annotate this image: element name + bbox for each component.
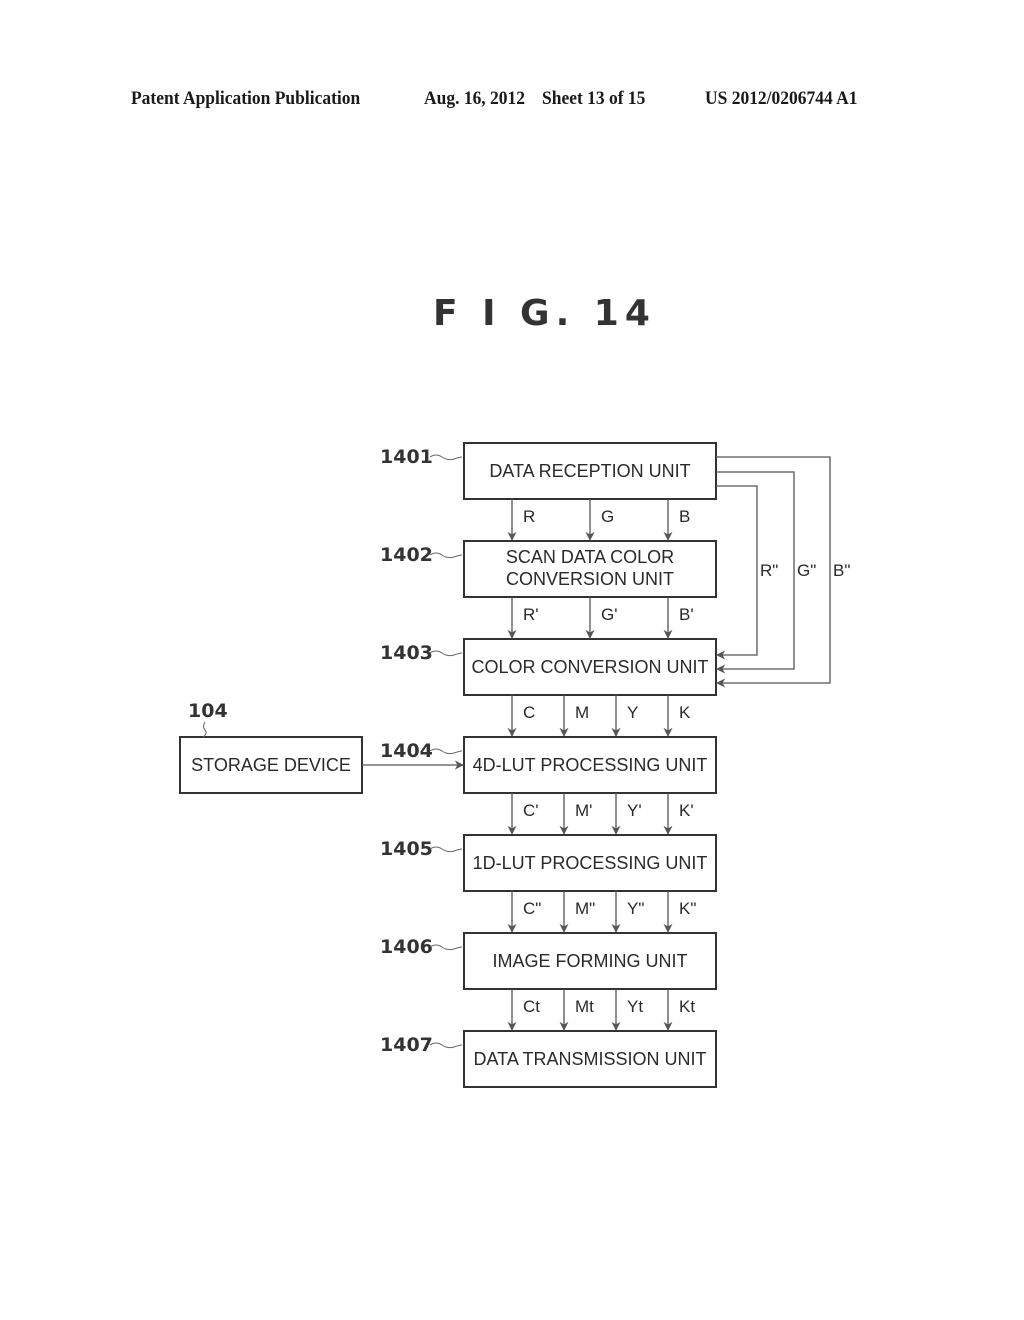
bypass-line bbox=[716, 485, 758, 660]
leader-line bbox=[202, 721, 207, 738]
block-label-1405: 1D-LUT PROCESSING UNIT bbox=[473, 853, 708, 873]
leader-line bbox=[429, 748, 463, 755]
leader-line bbox=[429, 650, 463, 657]
signal-label: K bbox=[679, 703, 691, 722]
signal-label: R bbox=[523, 507, 535, 526]
signal-label: Y' bbox=[627, 801, 642, 820]
block-diagram: DATA RECEPTION UNIT1401SCAN DATA COLORCO… bbox=[179, 442, 850, 1088]
signal-label: B bbox=[679, 507, 690, 526]
signal-label: M bbox=[575, 703, 589, 722]
leader-line bbox=[429, 846, 463, 853]
ref-numeral-1405: 1405 bbox=[380, 838, 433, 860]
signal-label: Kt bbox=[679, 997, 695, 1016]
signal-label: C bbox=[523, 703, 535, 722]
signal-label: C' bbox=[523, 801, 539, 820]
signal-label: G' bbox=[601, 605, 617, 624]
block-label-1406: IMAGE FORMING UNIT bbox=[493, 951, 688, 971]
signal-label: M" bbox=[575, 899, 595, 918]
leader-line bbox=[429, 944, 463, 951]
signal-label: Ct bbox=[523, 997, 540, 1016]
leader-line bbox=[429, 1042, 463, 1049]
signal-label: G bbox=[601, 507, 614, 526]
leader-line bbox=[429, 552, 463, 559]
leader-line bbox=[429, 454, 463, 461]
signal-label: Y bbox=[627, 703, 638, 722]
signal-label: B' bbox=[679, 605, 694, 624]
bypass-label: G" bbox=[797, 561, 816, 580]
block-label-1404: 4D-LUT PROCESSING UNIT bbox=[473, 755, 708, 775]
signal-label: R' bbox=[523, 605, 539, 624]
storage-device-label: STORAGE DEVICE bbox=[191, 755, 351, 775]
bypass-label: R" bbox=[760, 561, 778, 580]
signal-label: M' bbox=[575, 801, 592, 820]
signal-label: Yt bbox=[627, 997, 643, 1016]
ref-numeral-1404: 1404 bbox=[380, 740, 433, 762]
signal-label: K" bbox=[679, 899, 696, 918]
block-label-1407: DATA TRANSMISSION UNIT bbox=[473, 1049, 706, 1069]
ref-numeral-1401: 1401 bbox=[380, 446, 433, 468]
block-label-1401: DATA RECEPTION UNIT bbox=[489, 461, 690, 481]
signal-label: C" bbox=[523, 899, 541, 918]
ref-numeral-1407: 1407 bbox=[380, 1034, 433, 1056]
ref-numeral-1406: 1406 bbox=[380, 936, 433, 958]
bypass-line bbox=[716, 471, 795, 674]
signal-label: K' bbox=[679, 801, 694, 820]
block-label-1402: CONVERSION UNIT bbox=[506, 569, 674, 589]
signal-label: Mt bbox=[575, 997, 594, 1016]
bypass-label: B" bbox=[833, 561, 850, 580]
ref-numeral-1402: 1402 bbox=[380, 544, 433, 566]
block-label-1403: COLOR CONVERSION UNIT bbox=[471, 657, 708, 677]
block-label-1402: SCAN DATA COLOR bbox=[506, 547, 674, 567]
ref-numeral-104: 104 bbox=[188, 700, 228, 722]
signal-label: Y" bbox=[627, 899, 644, 918]
ref-numeral-1403: 1403 bbox=[380, 642, 433, 664]
